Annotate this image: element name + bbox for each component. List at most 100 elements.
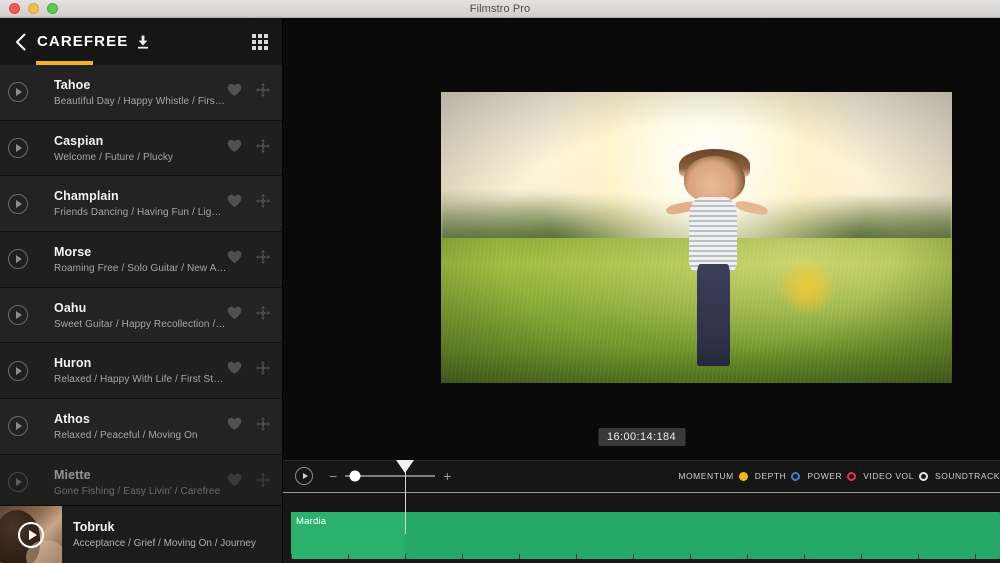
track-row-actions — [227, 473, 270, 492]
track-row-actions — [227, 194, 270, 213]
track-row-actions — [227, 83, 270, 102]
move-handle-icon[interactable] — [256, 473, 270, 492]
track-name: Miette — [54, 468, 227, 482]
sidebar-header: CAREFREE — [0, 18, 282, 65]
depth-color-dot[interactable] — [791, 472, 800, 481]
video-vol-color-dot[interactable] — [919, 472, 928, 481]
parameter-legend: MOMENTUM DEPTH POWER VIDEO VOL — [678, 471, 1000, 481]
window-titlebar: Filmstro Pro — [0, 0, 1000, 18]
zoom-in-button[interactable]: + — [443, 469, 451, 483]
legend-label: POWER — [807, 471, 842, 481]
heart-icon[interactable] — [227, 139, 242, 158]
video-preview[interactable] — [441, 92, 952, 383]
heart-icon[interactable] — [227, 83, 242, 102]
clip-label: Mardia — [291, 512, 1000, 527]
timeline-tick-marks — [291, 552, 1000, 559]
track-row[interactable]: Champlain Friends Dancing / Having Fun /… — [0, 176, 282, 232]
track-name: Champlain — [54, 189, 227, 203]
track-tags: Sweet Guitar / Happy Recollection / Folk — [54, 319, 227, 330]
play-circle-icon[interactable] — [8, 416, 28, 436]
play-circle-icon[interactable] — [8, 472, 28, 492]
track-row[interactable]: Tahoe Beautiful Day / Happy Whistle / Fi… — [0, 65, 282, 121]
zoom-out-button[interactable]: − — [329, 469, 337, 483]
track-tags: Friends Dancing / Having Fun / Light Gui… — [54, 207, 227, 218]
legend-label: MOMENTUM — [678, 471, 733, 481]
play-circle-icon[interactable] — [8, 305, 28, 325]
power-color-dot[interactable] — [847, 472, 856, 481]
heart-icon[interactable] — [227, 473, 242, 492]
track-meta: Champlain Friends Dancing / Having Fun /… — [54, 189, 227, 218]
now-playing-meta: Tobruk Acceptance / Grief / Moving On / … — [73, 520, 256, 549]
track-tags: Welcome / Future / Plucky — [54, 152, 227, 163]
track-row-actions — [227, 417, 270, 436]
play-circle-icon[interactable] — [18, 522, 44, 548]
track-meta: Huron Relaxed / Happy With Life / First … — [54, 356, 227, 385]
play-circle-icon[interactable] — [8, 249, 28, 269]
now-playing-track-name: Tobruk — [73, 520, 256, 534]
track-meta: Miette Gone Fishing / Easy Livin' / Care… — [54, 468, 227, 497]
track-row-actions — [227, 250, 270, 269]
collection-title: CAREFREE — [37, 33, 128, 50]
timeline-panel: − + MOMENTUM DEPTH — [283, 460, 1000, 563]
zoom-slider[interactable] — [345, 475, 435, 477]
track-meta: Oahu Sweet Guitar / Happy Recollection /… — [54, 301, 227, 330]
track-name: Athos — [54, 412, 227, 426]
move-handle-icon[interactable] — [256, 83, 270, 102]
play-circle-icon[interactable] — [8, 82, 28, 102]
legend-item-video-vol[interactable]: VIDEO VOL — [863, 471, 928, 481]
track-tags: Relaxed / Peaceful / Moving On — [54, 430, 227, 441]
play-circle-icon[interactable] — [8, 361, 28, 381]
play-circle-icon[interactable] — [8, 194, 28, 214]
track-name: Huron — [54, 356, 227, 370]
zoom-slider-handle[interactable] — [350, 471, 361, 482]
track-row[interactable]: Huron Relaxed / Happy With Life / First … — [0, 343, 282, 399]
sidebar: CAREFREE Tahoe Beautiful Day / Happy Whi… — [0, 18, 283, 563]
legend-item-depth[interactable]: DEPTH — [755, 471, 801, 481]
move-handle-icon[interactable] — [256, 250, 270, 269]
track-list[interactable]: Tahoe Beautiful Day / Happy Whistle / Fi… — [0, 65, 282, 563]
track-name: Oahu — [54, 301, 227, 315]
legend-item-soundtrack[interactable]: SOUNDTRACK — [935, 471, 1000, 481]
track-row-actions — [227, 139, 270, 158]
timeline-playhead[interactable] — [405, 461, 406, 534]
track-row[interactable]: Miette Gone Fishing / Easy Livin' / Care… — [0, 455, 282, 511]
track-tags: Beautiful Day / Happy Whistle / First Da… — [54, 96, 227, 107]
track-row[interactable]: Caspian Welcome / Future / Plucky — [0, 121, 282, 177]
download-icon[interactable] — [137, 35, 149, 49]
now-playing-bar[interactable]: Tobruk Acceptance / Grief / Moving On / … — [0, 505, 283, 563]
move-handle-icon[interactable] — [256, 361, 270, 380]
heart-icon[interactable] — [227, 194, 242, 213]
chevron-left-icon[interactable] — [12, 33, 28, 51]
timeline-ruler[interactable] — [283, 492, 1000, 503]
app-window: Filmstro Pro CAREFREE — [0, 0, 1000, 563]
momentum-color-dot[interactable] — [739, 472, 748, 481]
grid-view-icon[interactable] — [252, 34, 268, 50]
heart-icon[interactable] — [227, 417, 242, 436]
legend-label: SOUNDTRACK — [935, 471, 1000, 481]
track-row-actions — [227, 361, 270, 380]
track-meta: Caspian Welcome / Future / Plucky — [54, 134, 227, 163]
heart-icon[interactable] — [227, 250, 242, 269]
now-playing-track-tags: Acceptance / Grief / Moving On / Journey — [73, 538, 256, 549]
legend-item-power[interactable]: POWER — [807, 471, 856, 481]
move-handle-icon[interactable] — [256, 306, 270, 325]
track-tags: Relaxed / Happy With Life / First Steps — [54, 374, 227, 385]
track-row-actions — [227, 306, 270, 325]
timeline-controls: − + MOMENTUM DEPTH — [283, 461, 1000, 491]
move-handle-icon[interactable] — [256, 194, 270, 213]
timeline-zoom-group: − + — [329, 469, 451, 483]
timeline-play-button[interactable] — [295, 467, 313, 485]
track-row[interactable]: Oahu Sweet Guitar / Happy Recollection /… — [0, 288, 282, 344]
track-meta: Tahoe Beautiful Day / Happy Whistle / Fi… — [54, 78, 227, 107]
move-handle-icon[interactable] — [256, 139, 270, 158]
legend-item-momentum[interactable]: MOMENTUM — [678, 471, 747, 481]
track-name: Morse — [54, 245, 227, 259]
heart-icon[interactable] — [227, 361, 242, 380]
track-row[interactable]: Morse Roaming Free / Solo Guitar / New A… — [0, 232, 282, 288]
play-circle-icon[interactable] — [8, 138, 28, 158]
heart-icon[interactable] — [227, 306, 242, 325]
move-handle-icon[interactable] — [256, 417, 270, 436]
main-panel: 16:00:14:184 − + MOMENTUM — [283, 18, 1000, 563]
track-row[interactable]: Athos Relaxed / Peaceful / Moving On — [0, 399, 282, 455]
now-playing-thumbnail — [0, 506, 62, 563]
